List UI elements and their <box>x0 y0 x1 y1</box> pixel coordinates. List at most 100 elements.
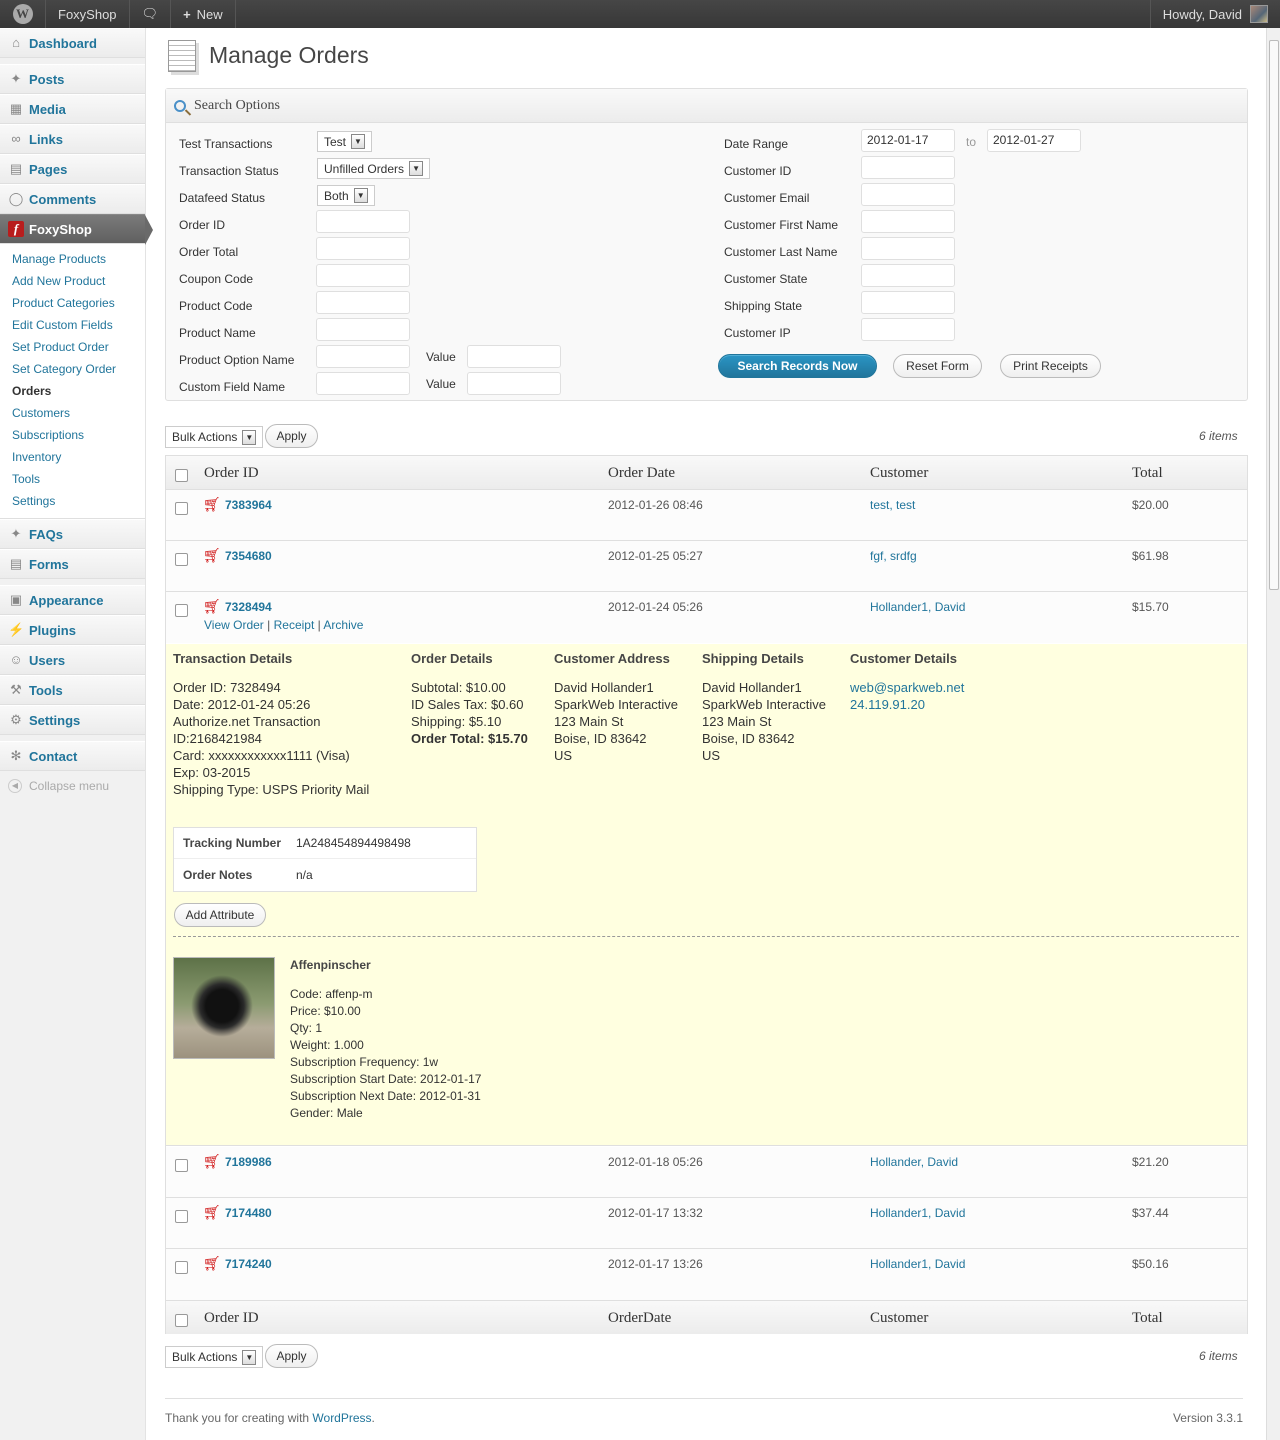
order-id-field[interactable] <box>316 210 410 233</box>
select-all-checkbox[interactable] <box>175 469 188 482</box>
apply-button-bottom[interactable]: Apply <box>265 1344 318 1368</box>
select-all-checkbox-bottom[interactable] <box>175 1314 188 1327</box>
bulk-actions-select-bottom[interactable]: Bulk Actions ▼ <box>165 1346 264 1368</box>
customer-state-field[interactable] <box>861 264 955 287</box>
product-name-field[interactable] <box>316 318 410 341</box>
wordpress-logo-button[interactable]: W <box>0 0 46 28</box>
customer-last-name-field[interactable] <box>861 237 955 260</box>
menu-settings[interactable]: ⚙ Settings <box>0 705 145 735</box>
row-checkbox[interactable] <box>175 553 188 566</box>
menu-foxyshop[interactable]: f FoxyShop <box>0 214 153 245</box>
receipt-link[interactable]: Receipt <box>274 618 315 632</box>
test-transactions-select[interactable]: Test ▼ <box>317 131 373 152</box>
order-id-link[interactable]: 7328494 <box>225 600 272 614</box>
submenu-customers[interactable]: Customers <box>0 402 145 424</box>
submenu-tools[interactable]: Tools <box>0 468 145 490</box>
menu-faqs[interactable]: ✦ FAQs <box>0 519 145 549</box>
apply-button-top[interactable]: Apply <box>265 424 318 448</box>
menu-appearance[interactable]: ▣ Appearance <box>0 585 145 615</box>
shipping-state-field[interactable] <box>861 291 955 314</box>
menu-media[interactable]: ▦ Media <box>0 94 145 124</box>
wordpress-link[interactable]: WordPress <box>312 1411 371 1425</box>
menu-posts[interactable]: ✦ Posts <box>0 64 145 94</box>
customer-link[interactable]: test, test <box>870 498 915 512</box>
submenu-orders[interactable]: Orders <box>0 380 145 402</box>
reset-form-button[interactable]: Reset Form <box>893 354 982 378</box>
archive-link[interactable]: Archive <box>323 618 363 632</box>
customer-link[interactable]: Hollander1, David <box>870 1206 965 1220</box>
menu-pages[interactable]: ▤ Pages <box>0 154 145 184</box>
view-order-link[interactable]: View Order <box>204 618 264 632</box>
print-receipts-button[interactable]: Print Receipts <box>1000 354 1101 378</box>
add-attribute-button[interactable]: Add Attribute <box>174 903 266 927</box>
product-option-name-field[interactable] <box>316 345 410 368</box>
customer-email-link[interactable]: web@sparkweb.net <box>850 680 964 695</box>
transaction-status-select[interactable]: Unfilled Orders ▼ <box>317 158 431 179</box>
row-checkbox[interactable] <box>175 1210 188 1223</box>
menu-plugins[interactable]: ⚡ Plugins <box>0 615 145 645</box>
submenu-inventory[interactable]: Inventory <box>0 446 145 468</box>
new-content-button[interactable]: + New <box>171 0 236 28</box>
customer-ip-link[interactable]: 24.119.91.20 <box>850 697 925 712</box>
datafeed-status-select[interactable]: Both ▼ <box>317 185 375 206</box>
submenu-manage-products[interactable]: Manage Products <box>0 248 145 270</box>
order-id-link[interactable]: 7189986 <box>225 1155 272 1169</box>
product-option-value-field[interactable] <box>467 345 561 368</box>
customer-link[interactable]: Hollander1, David <box>870 600 965 614</box>
customer-first-name-field[interactable] <box>861 210 955 233</box>
custom-field-name-field[interactable] <box>316 372 410 395</box>
my-account-menu[interactable]: Howdy, David <box>1149 0 1280 28</box>
order-id-link[interactable]: 7383964 <box>225 498 272 512</box>
row-checkbox[interactable] <box>175 1261 188 1274</box>
customer-ip-field[interactable] <box>861 318 955 341</box>
row-checkbox[interactable] <box>175 502 188 515</box>
menu-comments[interactable]: ◯ Comments <box>0 184 145 214</box>
order-notes-value[interactable]: n/a <box>296 868 313 882</box>
date-to-field[interactable]: 2012-01-27 <box>987 129 1081 152</box>
column-order-id[interactable]: Order ID <box>204 465 259 482</box>
menu-dashboard[interactable]: ⌂ Dashboard <box>0 28 145 58</box>
date-from-field[interactable]: 2012-01-17 <box>861 129 955 152</box>
page-scrollbar[interactable] <box>1266 28 1280 1440</box>
column-customer[interactable]: Customer <box>870 1310 928 1327</box>
order-id-link[interactable]: 7354680 <box>225 549 272 563</box>
menu-tools[interactable]: ⚒ Tools <box>0 675 145 705</box>
custom-field-value-field[interactable] <box>467 372 561 395</box>
submenu-edit-custom-fields[interactable]: Edit Custom Fields <box>0 314 145 336</box>
column-order-id[interactable]: Order ID <box>204 1310 259 1327</box>
scrollbar-thumb[interactable] <box>1269 40 1279 590</box>
menu-contact[interactable]: ✻ Contact <box>0 741 145 771</box>
order-id-link[interactable]: 7174240 <box>225 1257 272 1271</box>
menu-forms[interactable]: ▤ Forms <box>0 549 145 579</box>
row-checkbox[interactable] <box>175 1159 188 1172</box>
search-records-button[interactable]: Search Records Now <box>718 354 877 378</box>
order-total-field[interactable] <box>316 237 410 260</box>
customer-id-field[interactable] <box>861 156 955 179</box>
column-customer[interactable]: Customer <box>870 465 928 482</box>
comments-button[interactable]: 🗨 <box>130 0 172 28</box>
column-total[interactable]: Total <box>1132 465 1163 482</box>
coupon-code-field[interactable] <box>316 264 410 287</box>
bulk-actions-select-top[interactable]: Bulk Actions ▼ <box>165 426 264 448</box>
customer-link[interactable]: fgf, srdfg <box>870 549 917 563</box>
column-order-date[interactable]: Order Date <box>608 465 675 482</box>
menu-links[interactable]: ∞ Links <box>0 124 145 154</box>
submenu-subscriptions[interactable]: Subscriptions <box>0 424 145 446</box>
submenu-add-new-product[interactable]: Add New Product <box>0 270 145 292</box>
product-code-field[interactable] <box>316 291 410 314</box>
column-total[interactable]: Total <box>1132 1310 1163 1327</box>
column-order-date[interactable]: OrderDate <box>608 1310 671 1327</box>
submenu-product-categories[interactable]: Product Categories <box>0 292 145 314</box>
menu-users[interactable]: ☺ Users <box>0 645 145 675</box>
customer-email-field[interactable] <box>861 183 955 206</box>
row-checkbox[interactable] <box>175 604 188 617</box>
collapse-menu-button[interactable]: ◀ Collapse menu <box>0 771 145 801</box>
tracking-number-value[interactable]: 1A248454894498498 <box>296 836 411 850</box>
customer-link[interactable]: Hollander, David <box>870 1155 958 1169</box>
submenu-set-product-order[interactable]: Set Product Order <box>0 336 145 358</box>
site-name-link[interactable]: FoxyShop <box>46 0 130 28</box>
submenu-set-category-order[interactable]: Set Category Order <box>0 358 145 380</box>
search-options-header[interactable]: Search Options <box>166 89 1247 123</box>
customer-link[interactable]: Hollander1, David <box>870 1257 965 1271</box>
submenu-settings[interactable]: Settings <box>0 490 145 512</box>
